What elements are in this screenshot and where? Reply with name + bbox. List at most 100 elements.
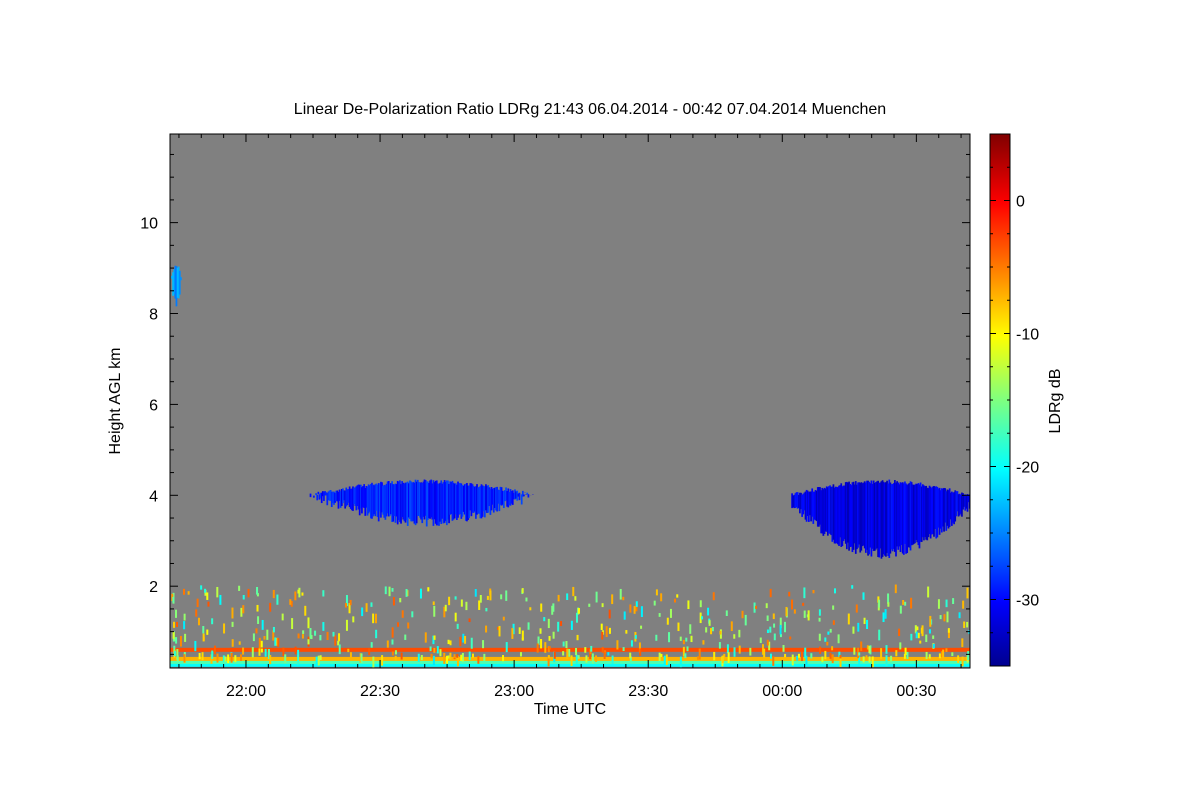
speckle-mark xyxy=(570,620,573,630)
speckle-mark xyxy=(319,655,322,661)
speckle-mark xyxy=(470,637,473,649)
speckle-mark xyxy=(574,596,577,601)
speckle-mark xyxy=(630,640,633,647)
speckle-mark xyxy=(256,604,259,612)
speckle-mark xyxy=(783,621,786,633)
speckle-mark xyxy=(258,637,261,649)
speckle-mark xyxy=(572,586,575,597)
speckle-mark xyxy=(449,640,452,646)
speckle-mark xyxy=(726,644,729,654)
speckle-mark xyxy=(802,602,805,606)
speckle-mark xyxy=(468,618,471,623)
speckle-mark xyxy=(433,605,436,617)
speckle-mark xyxy=(862,592,865,600)
speckle-mark xyxy=(206,629,209,635)
speckle-mark xyxy=(803,610,806,618)
speckle-mark xyxy=(929,615,932,627)
speckle-mark xyxy=(917,632,920,639)
speckle-mark xyxy=(629,652,632,659)
speckle-mark xyxy=(788,591,791,597)
speckle-mark xyxy=(297,654,300,665)
speckle-mark xyxy=(187,591,190,595)
speckle-mark xyxy=(634,635,637,639)
y-tick-label: 2 xyxy=(149,579,158,596)
speckle-mark xyxy=(932,635,935,639)
speckle-mark xyxy=(231,621,234,627)
speckle-mark xyxy=(529,607,532,611)
speckle-mark xyxy=(365,603,368,612)
speckle-mark xyxy=(635,601,638,607)
speckle-mark xyxy=(961,638,964,648)
speckle-mark xyxy=(432,601,435,606)
speckle-mark xyxy=(831,646,834,651)
speckle-mark xyxy=(173,621,176,628)
y-tick-label: 4 xyxy=(149,488,158,505)
speckle-mark xyxy=(498,625,501,637)
x-tick-label: 00:30 xyxy=(896,683,936,700)
speckle-mark xyxy=(391,651,394,656)
speckle-mark xyxy=(713,651,716,661)
speckle-mark xyxy=(505,590,508,601)
speckle-mark xyxy=(540,639,543,649)
speckle-mark xyxy=(766,629,769,634)
speckle-mark xyxy=(505,642,508,653)
speckle-mark xyxy=(344,603,347,608)
cloud-layer-1-column xyxy=(518,492,521,501)
speckle-mark xyxy=(812,589,815,594)
speckle-mark xyxy=(256,586,259,595)
speckle-mark xyxy=(824,637,827,642)
speckle-mark xyxy=(690,635,693,643)
speckle-mark xyxy=(600,623,603,630)
speckle-mark xyxy=(447,639,450,645)
speckle-mark xyxy=(304,605,307,616)
speckle-mark xyxy=(176,655,179,662)
speckle-mark xyxy=(946,611,949,623)
speckle-mark xyxy=(543,617,546,622)
speckle-mark xyxy=(456,654,459,658)
speckle-mark xyxy=(179,635,182,647)
speckle-mark xyxy=(485,607,488,612)
speckle-mark xyxy=(962,600,965,609)
speckle-mark xyxy=(419,588,422,599)
speckle-mark xyxy=(372,656,375,668)
speckle-mark xyxy=(744,614,747,626)
speckle-mark xyxy=(307,639,310,645)
colorbar-tick-label: -10 xyxy=(1016,327,1039,344)
speckle-mark xyxy=(785,606,788,617)
speckle-mark xyxy=(779,624,782,635)
y-axis-title: Height AGL km xyxy=(107,347,124,454)
speckle-mark xyxy=(868,645,871,654)
speckle-mark xyxy=(601,603,604,608)
speckle-mark xyxy=(429,646,432,652)
speckle-mark xyxy=(251,647,254,658)
speckle-mark xyxy=(801,651,804,662)
speckle-mark xyxy=(269,602,272,612)
speckle-mark xyxy=(919,640,922,644)
speckle-mark xyxy=(826,641,829,646)
speckle-mark xyxy=(629,604,632,613)
speckle-mark xyxy=(851,585,854,589)
speckle-mark xyxy=(459,636,462,647)
speckle-mark xyxy=(701,616,704,620)
speckle-mark xyxy=(407,622,410,629)
speckle-mark xyxy=(665,654,668,666)
speckle-mark xyxy=(284,654,287,664)
speckle-mark xyxy=(673,598,676,603)
speckle-mark xyxy=(868,656,871,663)
speckle-mark xyxy=(677,622,680,632)
speckle-mark xyxy=(966,621,969,628)
speckle-mark xyxy=(668,632,671,643)
speckle-mark xyxy=(565,641,568,649)
speckle-mark xyxy=(773,633,776,641)
speckle-mark xyxy=(527,622,530,630)
speckle-mark xyxy=(945,599,948,608)
speckle-mark xyxy=(595,655,598,662)
speckle-mark xyxy=(183,654,186,663)
speckle-mark xyxy=(297,633,300,639)
speckle-mark xyxy=(548,646,551,650)
speckle-mark xyxy=(274,637,277,646)
speckle-mark xyxy=(372,613,375,624)
speckle-mark xyxy=(404,634,407,640)
speckle-mark xyxy=(258,648,261,656)
speckle-mark xyxy=(711,627,714,632)
